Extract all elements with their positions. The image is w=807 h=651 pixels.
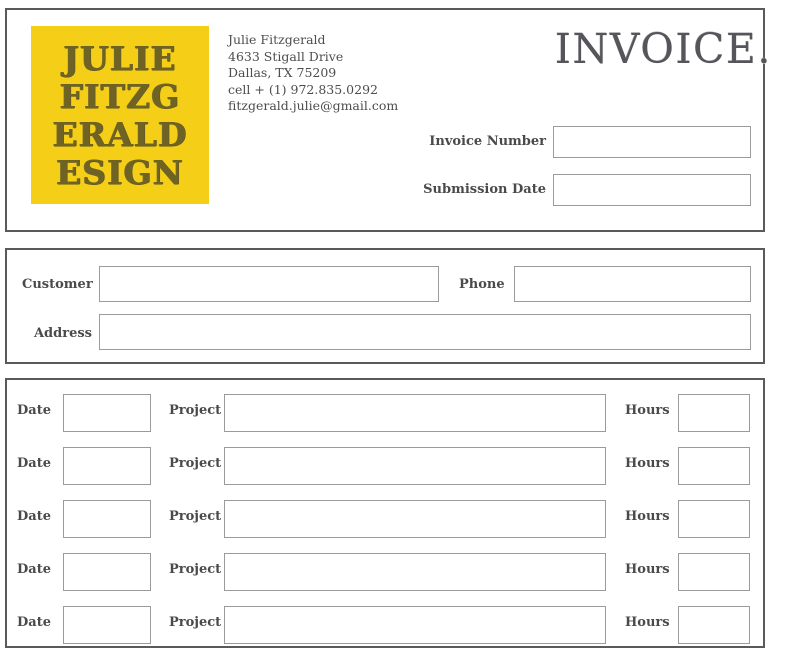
invoice-page: JULIE FITZG ERALD ESIGN Julie Fitzgerald… bbox=[0, 0, 807, 648]
line-item-project-input[interactable] bbox=[224, 553, 606, 591]
contact-phone: cell + (1) 972.835.0292 bbox=[228, 81, 378, 97]
line-item-project-input[interactable] bbox=[224, 500, 606, 538]
line-item-hours-input[interactable] bbox=[678, 606, 750, 644]
line-item-date-input[interactable] bbox=[63, 447, 151, 485]
invoice-number-label: Invoice Number bbox=[429, 134, 546, 149]
line-item-hours-label: Hours bbox=[625, 403, 670, 418]
line-item-project-label: Project bbox=[169, 403, 222, 418]
invoice-number-input[interactable] bbox=[553, 126, 751, 158]
line-item-row: Date Project Hours bbox=[0, 598, 760, 651]
line-item-hours-label: Hours bbox=[625, 562, 670, 577]
line-item-project-input[interactable] bbox=[224, 394, 606, 432]
line-item-hours-input[interactable] bbox=[678, 394, 750, 432]
line-item-row: Date Project Hours bbox=[0, 545, 760, 598]
line-item-project-input[interactable] bbox=[224, 606, 606, 644]
logo-line-3: ERALD bbox=[52, 115, 188, 154]
line-item-date-label: Date bbox=[17, 403, 51, 418]
line-item-row: Date Project Hours bbox=[0, 492, 760, 545]
line-item-hours-label: Hours bbox=[625, 456, 670, 471]
address-label: Address bbox=[33, 326, 92, 341]
line-item-project-input[interactable] bbox=[224, 447, 606, 485]
line-item-project-label: Project bbox=[169, 509, 222, 524]
line-item-date-input[interactable] bbox=[63, 500, 151, 538]
customer-input[interactable] bbox=[99, 266, 439, 302]
customer-label: Customer bbox=[22, 277, 93, 292]
contact-name: Julie Fitzgerald bbox=[228, 32, 326, 47]
line-item-date-input[interactable] bbox=[63, 553, 151, 591]
line-item-date-input[interactable] bbox=[63, 606, 151, 644]
line-item-date-label: Date bbox=[17, 562, 51, 577]
submission-date-input[interactable] bbox=[553, 174, 751, 206]
line-item-date-label: Date bbox=[17, 456, 51, 471]
contact-email: fitzgerald.julie@gmail.com bbox=[228, 98, 399, 114]
line-item-hours-input[interactable] bbox=[678, 447, 750, 485]
line-item-hours-input[interactable] bbox=[678, 553, 750, 591]
logo-line-4: ESIGN bbox=[56, 153, 184, 192]
company-logo: JULIE FITZG ERALD ESIGN bbox=[31, 26, 209, 204]
line-item-project-label: Project bbox=[169, 615, 222, 630]
line-item-date-input[interactable] bbox=[63, 394, 151, 432]
line-item-project-label: Project bbox=[169, 456, 222, 471]
sender-contact-block: Julie Fitzgerald 4633 Stigall Drive Dall… bbox=[228, 32, 398, 115]
page-title: INVOICE. bbox=[554, 25, 772, 73]
logo-line-1: JULIE bbox=[63, 39, 177, 78]
line-item-hours-label: Hours bbox=[625, 615, 670, 630]
contact-city-state-zip: Dallas, TX 75209 bbox=[228, 65, 337, 81]
logo-line-2: FITZG bbox=[59, 77, 181, 116]
contact-street: 4633 Stigall Drive bbox=[228, 48, 344, 64]
line-item-project-label: Project bbox=[169, 562, 222, 577]
line-item-row: Date Project Hours bbox=[0, 386, 760, 439]
submission-date-label: Submission Date bbox=[423, 182, 546, 197]
phone-input[interactable] bbox=[514, 266, 751, 302]
line-item-row: Date Project Hours bbox=[0, 439, 760, 492]
line-item-date-label: Date bbox=[17, 509, 51, 524]
address-input[interactable] bbox=[99, 314, 751, 350]
line-item-hours-label: Hours bbox=[625, 509, 670, 524]
phone-label: Phone bbox=[459, 277, 505, 292]
line-item-hours-input[interactable] bbox=[678, 500, 750, 538]
line-item-date-label: Date bbox=[17, 615, 51, 630]
